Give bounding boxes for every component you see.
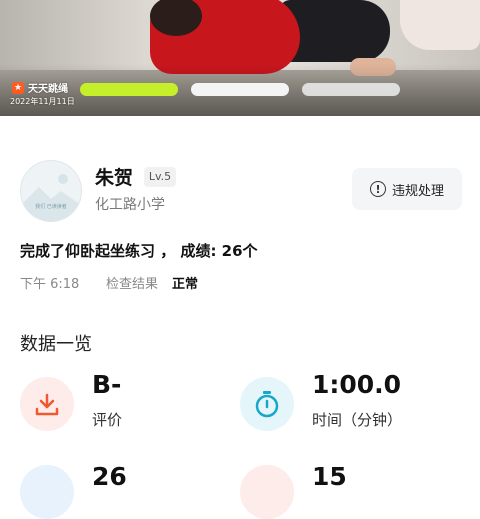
exclamation-circle-icon: !: [369, 181, 386, 197]
check-result-label: 检查结果: [106, 277, 159, 292]
count-icon: [20, 465, 74, 519]
video-date: 2022年11月11日: [10, 97, 75, 106]
level-badge: Lv.5: [144, 167, 176, 187]
app-logo: ★ 天天跳绳: [12, 80, 68, 95]
time-label: 时间（分钟）: [312, 411, 403, 429]
count-value: 26: [92, 462, 127, 491]
time-value: 1:00.0: [312, 370, 402, 399]
school-name: 化工路小学: [95, 197, 165, 213]
rating-label: 评价: [92, 411, 123, 429]
violation-button-label: 违规处理: [391, 183, 444, 199]
avatar[interactable]: 我们 已读读者: [20, 160, 82, 222]
rating-value: B-: [92, 370, 122, 399]
record-summary: 完成了仰卧起坐练习 ， 成绩: 26个: [20, 242, 258, 260]
progress-segment-1[interactable]: [80, 83, 178, 96]
app-logo-icon: ★: [12, 81, 24, 94]
user-name: 朱贺: [95, 167, 134, 189]
avatar-landscape-icon: [21, 174, 81, 221]
progress-segment-3[interactable]: [302, 83, 400, 96]
app-logo-text: 天天跳绳: [28, 84, 68, 95]
extra-value: 15: [312, 462, 347, 491]
check-result-status: 正常: [172, 277, 199, 292]
stopwatch-icon: [240, 377, 294, 431]
violation-button[interactable]: ! 违规处理: [352, 168, 462, 210]
extra-icon: [240, 465, 294, 519]
section-title: 数据一览: [20, 334, 92, 355]
avatar-caption: 我们 已读读者: [35, 204, 67, 210]
progress-segment-2[interactable]: [191, 83, 289, 96]
video-player[interactable]: ★ 天天跳绳 2022年11月11日: [0, 0, 480, 116]
rating-icon: [20, 377, 74, 431]
record-time: 下午 6:18: [20, 277, 80, 292]
